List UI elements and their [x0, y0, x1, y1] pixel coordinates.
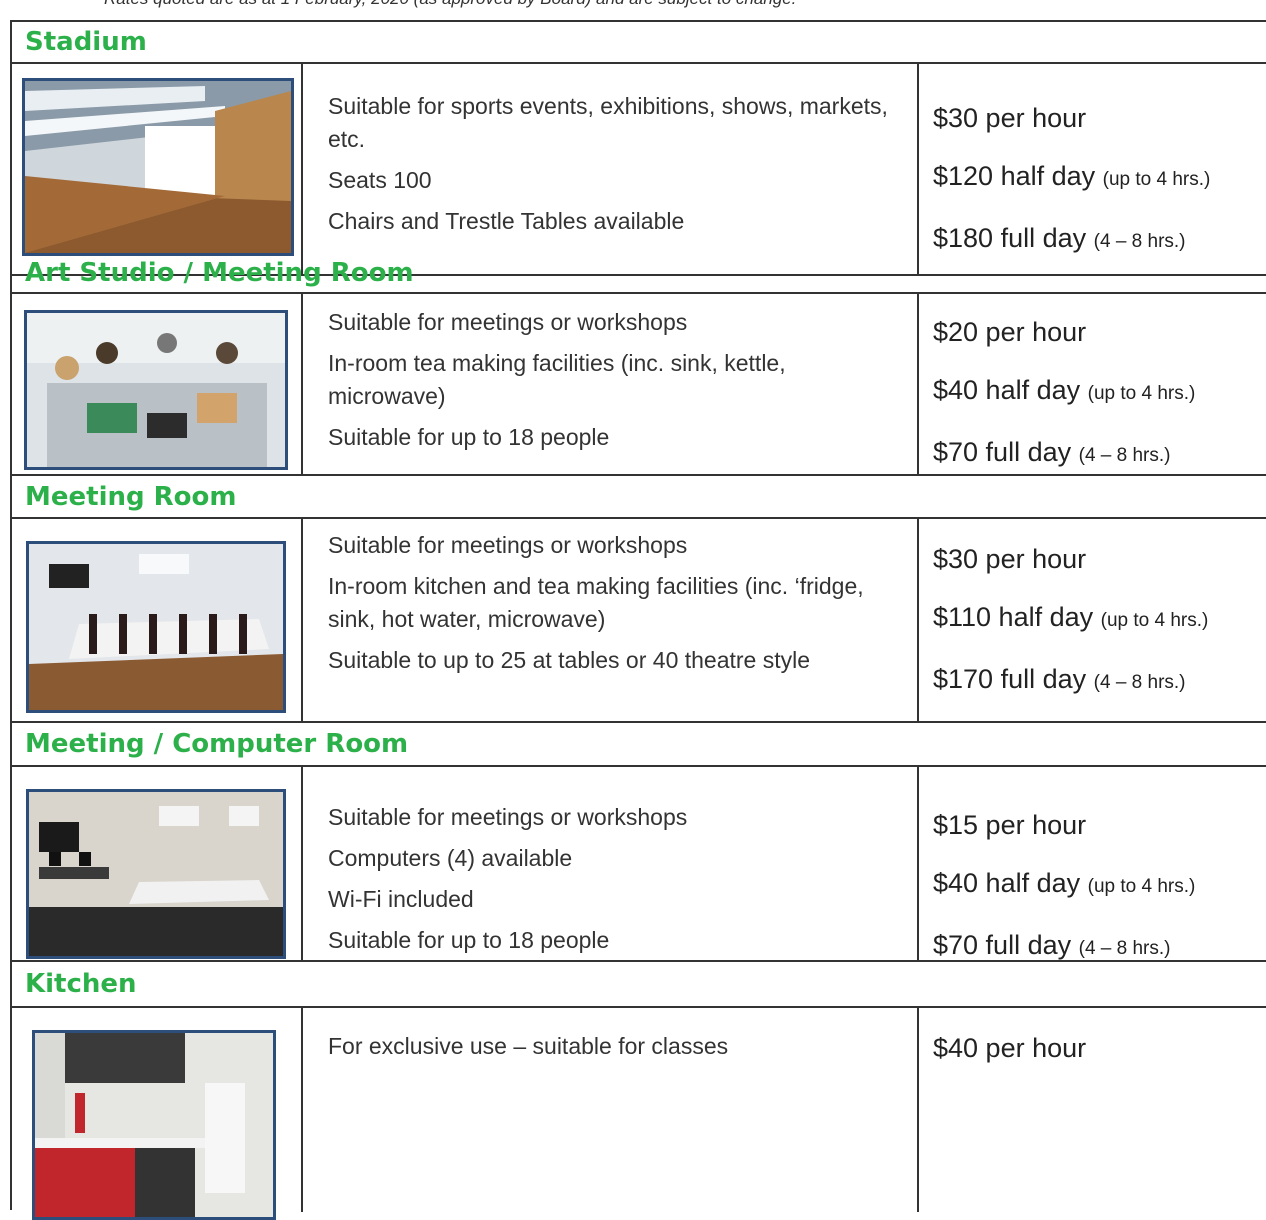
description-line: Suitable for meetings or workshops	[328, 532, 688, 558]
description-line: For exclusive use – suitable for classes	[328, 1033, 729, 1059]
computer-room-description: Suitable for meetings or workshops Compu…	[328, 801, 903, 965]
rate-half-day: $110 half day (up to 4 hrs.)	[933, 602, 1209, 632]
description-line: Wi-Fi included	[328, 886, 474, 912]
computer-room-photo	[26, 789, 286, 959]
description-line: Computers (4) available	[328, 845, 573, 871]
venue-hire-table: Stadium Suitable for sports events, exhi…	[10, 20, 1266, 1220]
description-line: In-room tea making facilities (inc. sink…	[328, 350, 786, 409]
description-line: Seats 100	[328, 167, 432, 193]
section-row-stadium: Suitable for sports events, exhibitions,…	[12, 64, 1266, 276]
description-line: Suitable to up to 25 at tables or 40 the…	[328, 647, 811, 673]
art-studio-description: Suitable for meetings or workshops In-ro…	[328, 306, 903, 462]
rate-hourly: $30 per hour	[933, 544, 1087, 574]
description-line: Suitable for up to 18 people	[328, 927, 610, 953]
stadium-photo	[22, 78, 294, 256]
meeting-room-photo	[26, 541, 286, 713]
section-title-computer-room: Meeting / Computer Room	[12, 723, 1266, 767]
meeting-room-description: Suitable for meetings or workshops In-ro…	[328, 529, 903, 685]
rate-full-day: $70 full day (4 – 8 hrs.)	[933, 930, 1171, 960]
section-title-meeting-room: Meeting Room	[12, 476, 1266, 519]
rate-full-day: $70 full day (4 – 8 hrs.)	[933, 437, 1171, 467]
section-title-kitchen: Kitchen	[12, 962, 1266, 1008]
art-studio-rates: $20 per hour $40 half day (up to 4 hrs.)…	[933, 316, 1263, 498]
description-line: In-room kitchen and tea making facilitie…	[328, 573, 864, 632]
rate-hourly: $15 per hour	[933, 810, 1087, 840]
rate-half-day: $40 half day (up to 4 hrs.)	[933, 375, 1196, 405]
section-row-kitchen: For exclusive use – suitable for classes…	[12, 1008, 1266, 1220]
description-line: Suitable for meetings or workshops	[328, 309, 688, 335]
rate-half-day: $40 half day (up to 4 hrs.)	[933, 868, 1196, 898]
section-title-art-studio: Art Studio / Meeting Room	[12, 254, 1266, 294]
section-title-stadium: Stadium	[12, 22, 1266, 64]
section-row-art-studio: Suitable for meetings or workshops In-ro…	[12, 294, 1266, 476]
description-line: Suitable for up to 18 people	[328, 424, 610, 450]
description-line: Chairs and Trestle Tables available	[328, 208, 685, 234]
rate-half-day: $120 half day (up to 4 hrs.)	[933, 161, 1211, 191]
rate-hourly: $30 per hour	[933, 103, 1087, 133]
description-line: Suitable for sports events, exhibitions,…	[328, 93, 888, 152]
rate-hourly: $20 per hour	[933, 317, 1087, 347]
kitchen-rates: $40 per hour	[933, 1032, 1263, 1090]
stadium-description: Suitable for sports events, exhibitions,…	[328, 90, 903, 246]
section-row-computer-room: Suitable for meetings or workshops Compu…	[12, 767, 1266, 962]
rate-hourly: $40 per hour	[933, 1033, 1087, 1063]
rate-full-day: $180 full day (4 – 8 hrs.)	[933, 223, 1186, 253]
rates-note: Rates quoted are as at 1 February, 2020 …	[104, 0, 796, 9]
section-row-meeting-room: Suitable for meetings or workshops In-ro…	[12, 519, 1266, 723]
rate-full-day: $170 full day (4 – 8 hrs.)	[933, 664, 1186, 694]
description-line: Suitable for meetings or workshops	[328, 804, 688, 830]
art-studio-photo	[24, 310, 288, 470]
kitchen-description: For exclusive use – suitable for classes	[328, 1030, 903, 1071]
meeting-room-rates: $30 per hour $110 half day (up to 4 hrs.…	[933, 543, 1263, 725]
